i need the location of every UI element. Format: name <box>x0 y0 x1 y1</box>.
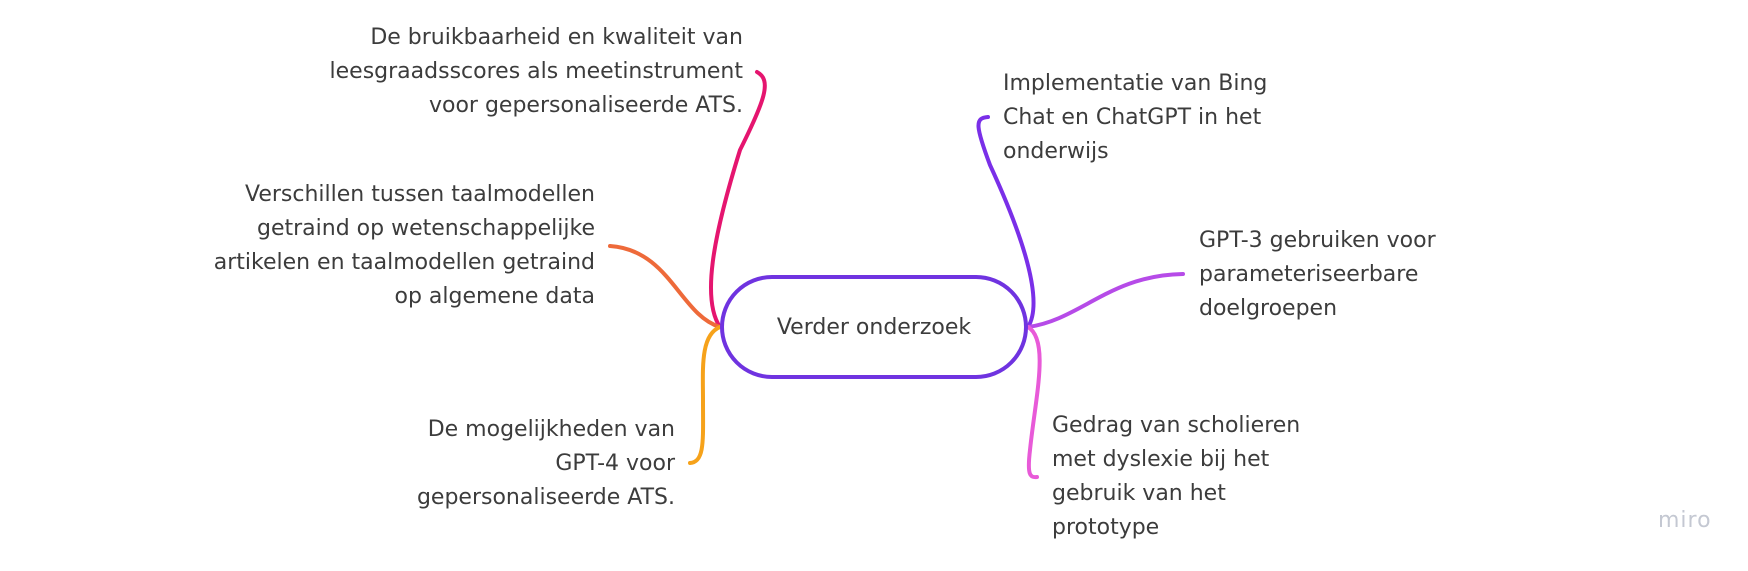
node-line: met dyslexie bij het <box>1052 447 1270 472</box>
node-line: op algemene data <box>394 284 595 309</box>
node-leesgraad[interactable]: De bruikbaarheid en kwaliteit van leesgr… <box>330 21 743 123</box>
node-line: gebruik van het <box>1052 481 1226 506</box>
node-gpt3[interactable]: GPT-3 gebruiken voor parameteriseerbare … <box>1199 224 1436 326</box>
node-line: doelgroepen <box>1199 296 1338 321</box>
node-line: prototype <box>1052 515 1160 540</box>
node-taalmodellen[interactable]: Verschillen tussen taalmodellen getraind… <box>214 178 595 314</box>
node-bing-chat[interactable]: Implementatie van Bing Chat en ChatGPT i… <box>1003 67 1267 169</box>
center-node-label: Verder onderzoek <box>776 314 972 340</box>
connector-dyslexie <box>1026 325 1042 480</box>
node-line: GPT-3 gebruiken voor <box>1199 228 1436 253</box>
node-line: GPT-4 voor <box>555 451 675 476</box>
node-line: Gedrag van scholieren <box>1052 413 1301 438</box>
connector-taalmodellen <box>608 244 722 329</box>
node-line: leesgraadsscores als meetinstrument <box>329 59 743 84</box>
node-line: De bruikbaarheid en kwaliteit van <box>370 25 743 50</box>
node-line: Implementatie van Bing <box>1003 71 1268 96</box>
node-line: gepersonaliseerde ATS. <box>416 485 675 510</box>
miro-logo: miro <box>1658 508 1712 533</box>
node-line: onderwijs <box>1003 139 1109 164</box>
node-line: getraind op wetenschappelijke <box>257 216 595 241</box>
center-node[interactable]: Verder onderzoek <box>720 275 1028 379</box>
node-line: parameteriseerbare <box>1199 262 1419 287</box>
connector-gpt3 <box>1026 272 1185 329</box>
node-dyslexie[interactable]: Gedrag van scholieren met dyslexie bij h… <box>1052 409 1300 545</box>
node-gpt4[interactable]: De mogelijkheden van GPT-4 voor geperson… <box>417 413 675 515</box>
node-line: De mogelijkheden van <box>427 417 675 442</box>
node-line: Verschillen tussen taalmodellen <box>245 182 595 207</box>
connector-gpt4 <box>688 325 722 465</box>
node-line: artikelen en taalmodellen getraind <box>213 250 595 275</box>
node-line: Chat en ChatGPT in het <box>1003 105 1262 130</box>
node-line: voor gepersonaliseerde ATS. <box>428 93 743 118</box>
